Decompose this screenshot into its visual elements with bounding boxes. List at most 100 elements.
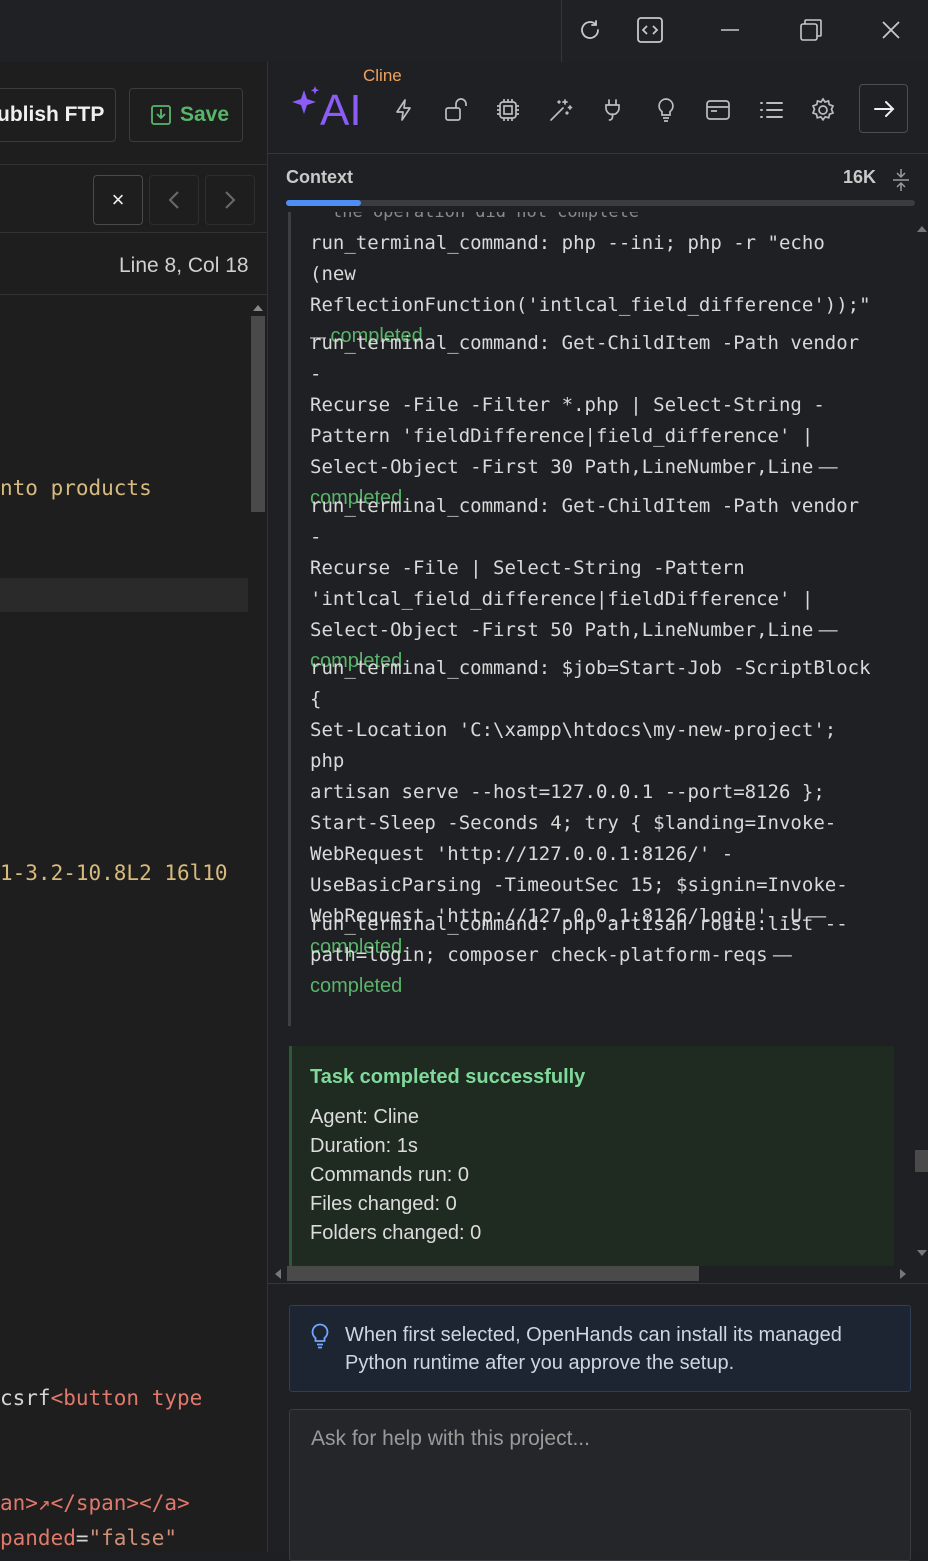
lightbulb-hint-icon xyxy=(311,1323,329,1349)
find-next-button[interactable] xyxy=(205,175,255,225)
chevron-left-icon xyxy=(168,191,179,209)
arrow-right-icon xyxy=(873,100,894,117)
task-summary-card: Task completed successfully Agent: Cline… xyxy=(289,1046,894,1266)
code-line: csrf<button type xyxy=(0,1386,203,1410)
task-folders: Folders changed: 0 xyxy=(310,1222,482,1244)
sparkle-icon xyxy=(292,86,320,114)
tool-call-line: UseBasicParsing -TimeoutSec 15; $signin=… xyxy=(310,874,848,896)
runtime-hint: When first selected, OpenHands can insta… xyxy=(289,1305,911,1392)
tool-call-line: Recurse -File -Filter *.php | Select-Str… xyxy=(310,394,825,416)
tool-call-line: Set-Location 'C:\xampp\htdocs\my-new-pro… xyxy=(310,719,837,772)
publish-ftp-label: ublish FTP xyxy=(0,103,105,126)
tool-call-line: Start-Sleep -Seconds 4; try { $landing=I… xyxy=(310,812,837,834)
code-view-icon[interactable] xyxy=(630,10,670,50)
code-line: an>↗</span></a> xyxy=(0,1491,190,1515)
tool-call-line: 'intlcal_field_difference|fieldDifferenc… xyxy=(310,588,814,610)
transcript: the operation did not complete run_termi… xyxy=(268,212,914,1266)
find-close-button[interactable]: × xyxy=(93,175,143,225)
tool-call-line: artisan serve --host=127.0.0.1 --port=81… xyxy=(310,781,825,803)
close-window-icon[interactable] xyxy=(871,10,911,50)
transcript-hscrollbar-thumb[interactable] xyxy=(287,1266,699,1281)
tool-call-line: Pattern 'fieldDifference|field_differenc… xyxy=(310,425,814,447)
tool-call-entry: run_terminal_command: php artisan route:… xyxy=(310,909,880,1003)
tool-call-status-row: completed xyxy=(310,971,880,1003)
tool-call-suffix: — xyxy=(813,620,838,641)
chevron-right-icon xyxy=(225,191,236,209)
plug-icon[interactable] xyxy=(595,92,631,128)
close-icon: × xyxy=(111,187,125,212)
tool-call-line: Select-Object -First 30 Path,LineNumber,… xyxy=(310,456,838,478)
scroll-up-arrow-icon[interactable] xyxy=(253,305,263,311)
magic-wand-icon[interactable] xyxy=(543,92,579,128)
tool-call-line: run_terminal_command: php --ini; php -r … xyxy=(310,232,825,285)
cpu-icon[interactable] xyxy=(490,92,526,128)
save-label: Save xyxy=(180,103,230,126)
status-divider xyxy=(0,294,267,295)
current-line-highlight xyxy=(0,578,248,612)
editor-scrollbar-thumb[interactable] xyxy=(251,316,265,512)
ai-logo-text: AI xyxy=(320,86,362,135)
task-duration: Duration: 1s xyxy=(310,1135,418,1157)
tool-call-line: path=login; composer check-platform-reqs… xyxy=(310,944,792,966)
prompt-input[interactable]: Ask for help with this project... xyxy=(289,1409,911,1561)
task-files: Files changed: 0 xyxy=(310,1193,457,1215)
transcript-scroll-down-icon[interactable] xyxy=(917,1250,927,1256)
context-tokens: 16K xyxy=(843,167,877,187)
window-titlebar xyxy=(0,0,928,63)
minimize-icon[interactable] xyxy=(710,10,750,50)
tool-call-line: run_terminal_command: Get-ChildItem -Pat… xyxy=(310,495,860,548)
cursor-position: Line 8, Col 18 xyxy=(119,254,249,277)
tool-call-line: run_terminal_command: Get-ChildItem -Pat… xyxy=(310,332,860,385)
tool-call-line: Recurse -File | Select-String -Pattern xyxy=(310,557,745,579)
tool-group-rail xyxy=(288,212,291,1026)
tool-call-status: completed xyxy=(310,975,403,997)
toolbar-divider xyxy=(0,164,267,165)
tool-call-line: ReflectionFunction('intlcal_field_differ… xyxy=(310,294,871,316)
tool-call-line: run_terminal_command: $job=Start-Job -Sc… xyxy=(310,657,871,710)
code-line: 1-3.2-10.8L2 16l10 xyxy=(0,861,228,885)
prompt-placeholder: Ask for help with this project... xyxy=(311,1427,590,1450)
context-usage-bar xyxy=(286,200,915,206)
tool-call-entry: run_terminal_command: Get-ChildItem -Pat… xyxy=(310,328,880,515)
tool-call-entry: run_terminal_command: Get-ChildItem -Pat… xyxy=(310,491,880,678)
context-usage-fill xyxy=(286,200,362,206)
tool-call-line: run_terminal_command: php artisan route:… xyxy=(310,913,848,935)
context-label: Context xyxy=(286,167,353,187)
tool-call-line: WebRequest 'http://127.0.0.1:8126/' - xyxy=(310,843,734,865)
publish-ftp-button[interactable]: ublish FTP xyxy=(0,88,116,142)
tool-call-line: Select-Object -First 50 Path,LineNumber,… xyxy=(310,619,838,641)
lightbulb-icon[interactable] xyxy=(648,92,684,128)
transcript-scroll-up-icon[interactable] xyxy=(917,226,927,232)
transcript-scrollbar-thumb[interactable] xyxy=(915,1150,928,1172)
agent-name: Cline xyxy=(363,66,402,85)
task-title: Task completed successfully xyxy=(310,1066,586,1088)
bolt-icon[interactable] xyxy=(386,92,422,128)
collapse-panel-button[interactable] xyxy=(859,84,908,133)
task-commands: Commands run: 0 xyxy=(310,1164,469,1186)
header-divider xyxy=(268,153,928,154)
settings-gear-icon[interactable] xyxy=(805,92,841,128)
titlebar-divider xyxy=(561,0,562,62)
refresh-icon[interactable] xyxy=(570,10,610,50)
ai-panel: Cline AI Context 16K the operation did n… xyxy=(268,62,928,1561)
clipped-log-line: the operation did not complete xyxy=(332,212,640,222)
unlock-icon[interactable] xyxy=(438,92,474,128)
code-line: nto products xyxy=(0,476,152,500)
save-icon xyxy=(150,104,172,126)
save-button[interactable]: Save xyxy=(129,88,243,142)
compress-context-icon[interactable] xyxy=(892,168,910,197)
editor-pane: ublish FTP Save × Line 8, Col 18 nto pro… xyxy=(0,62,268,1552)
ai-logo: AI xyxy=(292,84,362,135)
hscroll-right-icon[interactable] xyxy=(900,1269,906,1279)
browser-window-icon[interactable] xyxy=(700,92,736,128)
maximize-icon[interactable] xyxy=(791,10,831,50)
tool-call-suffix: — xyxy=(813,457,838,478)
tool-call-suffix: — xyxy=(767,945,792,966)
composer-divider xyxy=(268,1283,928,1284)
hscroll-left-icon[interactable] xyxy=(275,1269,281,1279)
list-icon[interactable] xyxy=(753,92,789,128)
find-prev-button[interactable] xyxy=(149,175,199,225)
findbar-divider xyxy=(0,232,267,233)
task-agent: Agent: Cline xyxy=(310,1106,419,1128)
code-line: panded="false" xyxy=(0,1526,178,1550)
